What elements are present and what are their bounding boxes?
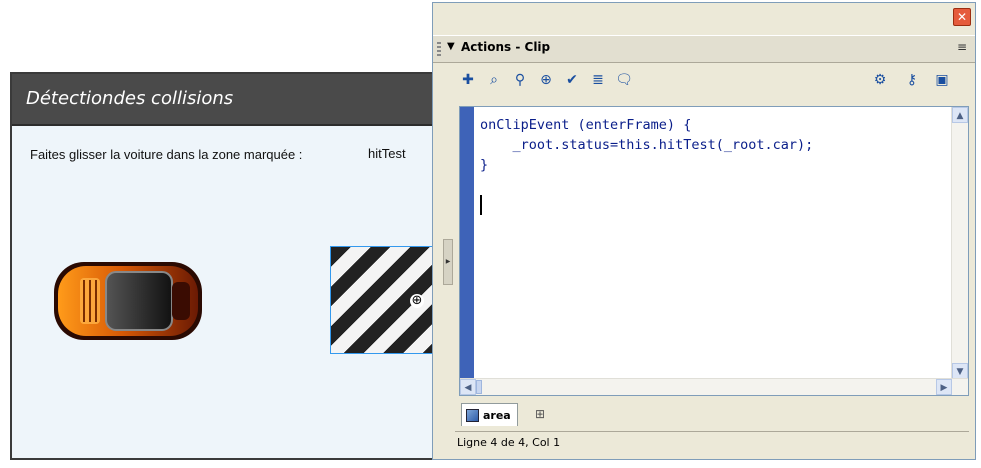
debug-options-icon[interactable]: ⚙ bbox=[869, 69, 891, 91]
actions-panel: ✕ ▼ Actions - Clip ≡ ✚ ⌕ ⚲ ⊕ ✔ ≣ 🗨 ⚙ ⚷ ▣… bbox=[432, 2, 976, 460]
stage-header: Détectiondes collisions bbox=[12, 74, 438, 126]
panel-topbar: ✕ bbox=[433, 3, 975, 33]
script-tabs: area ⊞ bbox=[459, 401, 969, 427]
scroll-up-icon[interactable]: ▲ bbox=[952, 107, 968, 123]
add-statement-icon[interactable]: ✚ bbox=[457, 69, 479, 91]
horizontal-scrollbar[interactable]: ◀ ▶ bbox=[460, 378, 968, 395]
script-editor[interactable]: onClipEvent (enterFrame) { _root.status=… bbox=[459, 106, 969, 396]
replace-icon[interactable]: ⚲ bbox=[509, 69, 531, 91]
code-hint-icon[interactable]: 🗨 bbox=[613, 69, 635, 91]
hittest-status-label: hitTest bbox=[368, 146, 406, 161]
movieclip-icon bbox=[466, 408, 479, 422]
status-bar: Ligne 4 de 4, Col 1 bbox=[455, 431, 969, 454]
reference-icon[interactable]: ⚷ bbox=[901, 69, 923, 91]
actions-toolbar: ✚ ⌕ ⚲ ⊕ ✔ ≣ 🗨 ⚙ ⚷ ▣ bbox=[457, 67, 969, 95]
stage-title: Détectiondes collisions bbox=[26, 88, 234, 109]
scroll-left-icon[interactable]: ◀ bbox=[460, 379, 476, 395]
registration-crosshair-icon: ⊕ bbox=[410, 293, 424, 308]
panel-options-menu-icon[interactable]: ≡ bbox=[957, 40, 967, 54]
horizontal-scroll-thumb[interactable] bbox=[476, 380, 482, 394]
script-assist-icon[interactable]: ▣ bbox=[931, 69, 953, 91]
find-icon[interactable]: ⌕ bbox=[483, 69, 505, 91]
panel-title: Actions - Clip bbox=[461, 40, 551, 54]
code-text[interactable]: onClipEvent (enterFrame) { _root.status=… bbox=[480, 115, 813, 175]
panel-header[interactable]: ▼ Actions - Clip ≡ bbox=[433, 35, 975, 63]
flash-stage: Détectiondes collisions Faites glisser l… bbox=[10, 72, 440, 460]
check-syntax-icon[interactable]: ✔ bbox=[561, 69, 583, 91]
close-button[interactable]: ✕ bbox=[953, 8, 971, 26]
scroll-down-icon[interactable]: ▼ bbox=[952, 363, 968, 379]
tab-area[interactable]: area bbox=[461, 403, 518, 426]
panel-splitter-handle[interactable]: ▶ bbox=[443, 239, 453, 285]
drag-grip-icon[interactable] bbox=[437, 42, 441, 56]
car-movieclip[interactable] bbox=[52, 258, 204, 344]
auto-format-icon[interactable]: ≣ bbox=[587, 69, 609, 91]
editor-gutter bbox=[460, 107, 474, 379]
vertical-scrollbar[interactable]: ▲ ▼ bbox=[951, 107, 968, 379]
stage-instruction: Faites glisser la voiture dans la zone m… bbox=[30, 147, 303, 162]
target-path-icon[interactable]: ⊕ bbox=[535, 69, 557, 91]
collapse-triangle-icon[interactable]: ▼ bbox=[447, 41, 455, 52]
scroll-right-icon[interactable]: ▶ bbox=[936, 379, 952, 395]
pin-script-icon[interactable]: ⊞ bbox=[535, 407, 545, 421]
tab-area-label: area bbox=[483, 408, 511, 422]
text-caret bbox=[480, 195, 482, 215]
